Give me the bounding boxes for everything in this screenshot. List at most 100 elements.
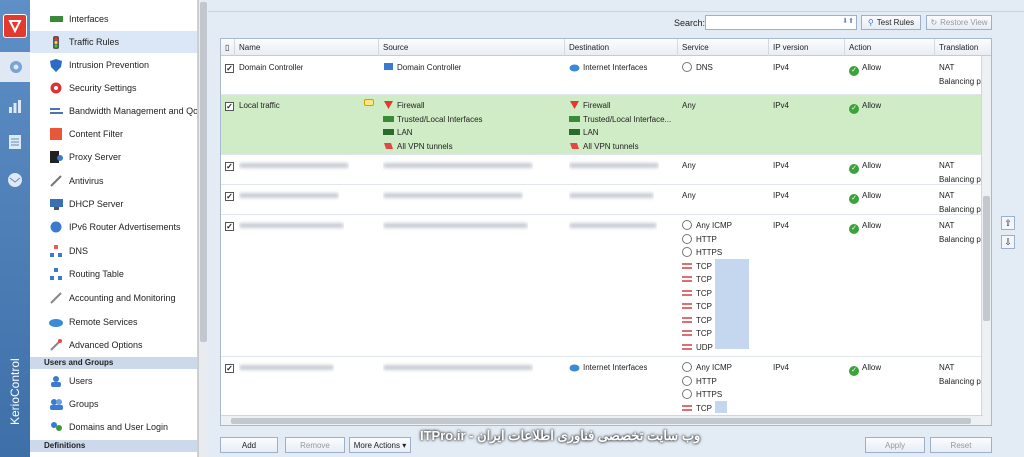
nav-item-label: Users [69,376,93,386]
column-header-action[interactable]: Action [845,39,935,56]
table-row[interactable]: ✓ Any ICMP HTTP HTTPS TCP TCP TCP TCP TC… [221,215,991,357]
nav-item-dhcp-server[interactable]: DHCP Server [30,193,197,215]
column-header-service[interactable]: Service [678,39,769,56]
add-button[interactable]: Add [220,437,278,453]
test-rules-label: Test Rules [876,18,915,27]
nav-item-dns[interactable]: DNS [30,240,197,262]
nav-item-ipv6[interactable]: IPv6 Router Advertisements [30,216,197,238]
move-up-button[interactable]: ⇧ [1001,216,1015,230]
nav-item-label: Domains and User Login [69,422,169,432]
interfaces-icon [383,115,394,122]
nav-item-label: Proxy Server [69,152,122,162]
nav-item-label: Security Settings [69,83,137,93]
rule-enabled-checkbox[interactable]: ✓ [225,64,234,73]
service-icon [682,362,692,372]
column-header-source[interactable]: Source [379,39,565,56]
mail-icon[interactable] [3,168,27,192]
move-down-button[interactable]: ⇩ [1001,235,1015,249]
comment-icon[interactable] [364,99,374,106]
action-label: Allow [862,161,882,170]
column-header-destination[interactable]: Destination [565,39,678,56]
column-header-ip-version[interactable]: IP version [769,39,845,56]
nav-item-interfaces[interactable]: Interfaces [30,8,197,30]
ip-version: IPv4 [773,191,790,200]
service-item: TCP [696,302,712,311]
destination-item: LAN [583,128,599,137]
nav-item-traffic-rules[interactable]: Traffic Rules [30,31,197,53]
nav-item-accounting[interactable]: Accounting and Monitoring [30,287,197,309]
table-row[interactable]: ✓ Internet Interfaces Any ICMP HTTP HTTP… [221,357,991,417]
search-label: Search: [674,18,706,28]
dns-icon [49,244,63,258]
table-row[interactable]: ✓ Local traffic Firewall Trusted/Local I… [221,95,991,155]
nav-item-label: Antivirus [69,176,104,186]
service-icon [682,233,692,244]
search-nav-arrows-icon[interactable]: ⬇⬆ [842,17,854,25]
allow-icon: ✓ [849,224,859,234]
nav-item-bandwidth[interactable]: Bandwidth Management and Qo [30,100,198,122]
port-arrows-icon [682,330,692,336]
nav-item-routing-table[interactable]: Routing Table [30,263,197,285]
service-icon [682,389,692,399]
more-actions-button[interactable]: More Actions ▾ [349,437,411,453]
configuration-gear-icon[interactable] [0,52,32,82]
action-label: Allow [862,63,882,72]
grid-horizontal-scrollbar[interactable] [221,415,983,425]
nav-item-groups[interactable]: Groups [30,393,197,415]
traffic-rules-icon [49,35,63,49]
column-header-translation[interactable]: Translation [935,39,991,56]
grid-vertical-scrollbar-thumb[interactable] [983,196,990,321]
rule-enabled-checkbox[interactable]: ✓ [225,102,234,111]
nav-item-label: Bandwidth Management and Qo [69,106,198,116]
nav-item-antivirus[interactable]: Antivirus [30,170,197,192]
nav-scrollbar-thumb[interactable] [200,2,207,342]
nav-item-security-settings[interactable]: Security Settings [30,77,197,99]
grid-vertical-scrollbar[interactable] [981,56,991,425]
search-input[interactable]: ⬇⬆ [705,15,857,30]
nav-item-domains[interactable]: Domains and User Login [30,416,197,438]
rule-enabled-checkbox[interactable]: ✓ [225,364,234,373]
routing-icon [49,267,63,281]
ipv6-icon [49,220,63,234]
table-row[interactable]: ✓ Any IPv4 ✓ Allow NAT Balancing p [221,155,991,185]
rule-enabled-checkbox[interactable]: ✓ [225,192,234,201]
port-arrows-icon [682,404,692,411]
nav-section-users-groups: Users and Groups [30,357,197,369]
nav-item-users[interactable]: Users [30,370,197,392]
nav-item-intrusion-prevention[interactable]: Intrusion Prevention [30,54,197,76]
apply-button[interactable]: Apply [865,437,925,453]
nav-item-remote-services[interactable]: Remote Services [30,311,197,333]
rule-enabled-checkbox[interactable]: ✓ [225,222,234,231]
remove-button[interactable]: Remove [285,437,345,453]
groups-icon [49,397,63,411]
service-item: Any [682,101,696,110]
rule-enabled-checkbox[interactable]: ✓ [225,162,234,171]
nav-item-content-filter[interactable]: Content Filter [30,123,197,145]
nav-item-advanced-options[interactable]: Advanced Options [30,334,197,356]
rule-name: Local traffic [239,101,280,110]
test-rules-button[interactable]: ⚲ Test Rules [861,15,921,30]
restore-view-button[interactable]: ↻ Restore View [926,15,992,30]
redacted-destination [569,193,654,199]
port-arrows-icon [682,343,692,350]
restore-icon: ↻ [930,18,938,27]
nav-scrollbar[interactable] [198,0,208,457]
translation-item: NAT [939,221,955,230]
logs-document-icon[interactable] [3,130,27,154]
kerio-logo-icon[interactable] [3,14,27,38]
action-label: Allow [862,191,882,200]
table-row[interactable]: ✓ Any IPv4 ✓ Allow NAT Balancing p [221,185,991,215]
reset-button[interactable]: Reset [930,437,992,453]
column-header-name[interactable]: Name [235,39,379,56]
brand-vertical-text: KerioControl [8,358,22,425]
ip-version: IPv4 [773,363,790,372]
grid-horizontal-scrollbar-thumb[interactable] [231,418,971,424]
destination-item: Internet Interfaces [583,63,648,72]
status-chart-icon[interactable] [3,94,27,118]
table-row[interactable]: ✓ Domain Controller Domain Controller In… [221,57,991,95]
redacted-name [239,163,349,169]
column-header-enabled[interactable]: ▯ [221,39,235,56]
action-label: Allow [862,101,882,110]
translation-item: NAT [939,191,955,200]
nav-item-proxy-server[interactable]: Proxy Server [30,146,197,168]
